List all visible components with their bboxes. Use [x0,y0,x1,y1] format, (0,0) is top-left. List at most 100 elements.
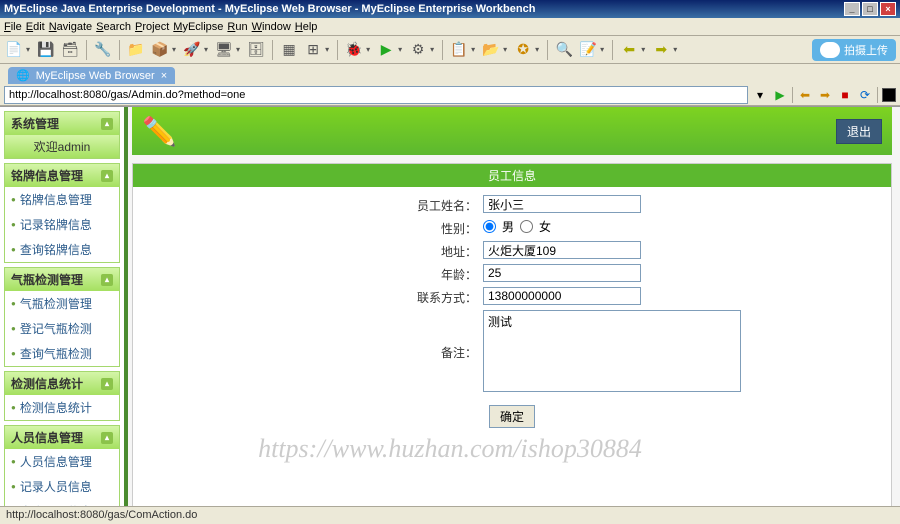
name-label: 员工姓名： [153,195,483,214]
sidebar-item[interactable]: 查询气瓶检测 [5,341,119,366]
dropdown-icon[interactable]: ▾ [673,45,677,54]
age-input[interactable] [483,264,641,282]
package-icon[interactable]: 📦 [150,40,170,60]
menu-window[interactable]: Window [252,21,291,33]
collapse-icon[interactable]: ▴ [101,378,113,390]
tab-close-icon[interactable]: × [161,70,167,82]
collapse-icon[interactable]: ▴ [101,432,113,444]
color-box[interactable] [882,88,896,102]
new-class-icon[interactable]: 📋 [449,40,469,60]
menu-project[interactable]: Project [135,21,169,33]
sidebar-item[interactable]: 查询铭牌信息 [5,237,119,262]
sidebar-section-header[interactable]: 气瓶检测管理 ▴ [5,268,119,291]
contact-label: 联系方式： [153,287,483,306]
refresh-icon[interactable]: ⟳ [857,87,873,103]
dropdown-icon[interactable]: ▾ [204,45,208,54]
menu-navigate[interactable]: Navigate [49,21,92,33]
sidebar-section-header[interactable]: 人员信息管理▴ [5,426,119,449]
exit-button[interactable]: 退出 [836,119,882,144]
browser-tab[interactable]: 🌐 MyEclipse Web Browser × [8,67,175,84]
sidebar-section-title: 气瓶检测管理 [11,271,83,288]
external-icon[interactable]: ⚙ [408,40,428,60]
deploy-icon[interactable]: 🚀 [182,40,202,60]
dropdown-icon[interactable]: ▾ [398,45,402,54]
gender-label: 性别： [153,218,483,237]
remark-textarea[interactable] [483,310,741,392]
annotation-icon[interactable]: 📝 [578,40,598,60]
tool-icon[interactable]: 🔧 [93,40,113,60]
menu-file[interactable]: File [4,21,22,33]
nav-back-icon[interactable]: ⬅ [797,87,813,103]
bug-icon[interactable]: 🐞 [344,40,364,60]
dropdown-icon[interactable]: ▾ [236,45,240,54]
cloud-upload-button[interactable]: 拍摄上传 [812,39,896,61]
collapse-icon[interactable]: ▴ [101,118,113,130]
banner: ✏️ 退出 [132,107,892,155]
maximize-button[interactable]: □ [862,2,878,16]
search-icon[interactable]: 🔍 [554,40,574,60]
dropdown-icon[interactable]: ▾ [641,45,645,54]
sidebar-item[interactable]: 气瓶检测管理 [5,291,119,316]
dropdown-icon[interactable]: ▾ [535,45,539,54]
dropdown-icon[interactable]: ▾ [430,45,434,54]
nav-forward-icon[interactable]: ➡ [817,87,833,103]
sidebar-item[interactable]: 人员信息管理 [5,449,119,474]
run-icon[interactable]: ▶ [376,40,396,60]
menu-edit[interactable]: Edit [26,21,45,33]
save-icon[interactable]: 💾 [36,40,56,60]
sidebar-item[interactable]: 记录人员信息 [5,474,119,499]
cloud-icon [820,42,840,58]
dropdown-icon[interactable]: ▾ [503,45,507,54]
close-button[interactable]: × [880,2,896,16]
row-remark: 备注： [153,310,871,395]
server-icon[interactable]: 🖥 [214,40,234,60]
db-icon[interactable]: 🗄 [246,40,266,60]
menu-help[interactable]: Help [295,21,318,33]
stop-icon[interactable]: ■ [837,87,853,103]
contact-input[interactable] [483,287,641,305]
minimize-button[interactable]: _ [844,2,860,16]
url-dropdown-icon[interactable]: ▾ [752,87,768,103]
menu-search[interactable]: Search [96,21,131,33]
menu-run[interactable]: Run [227,21,247,33]
new-pkg-icon[interactable]: 📂 [481,40,501,60]
forward-icon[interactable]: ➡ [651,40,671,60]
sidebar-item[interactable]: 登记气瓶检测 [5,316,119,341]
grid-icon[interactable]: ▦ [279,40,299,60]
name-input[interactable] [483,195,641,213]
dropdown-icon[interactable]: ▾ [325,45,329,54]
sidebar-item[interactable]: 检测信息统计 [5,395,119,420]
url-input[interactable] [4,86,748,104]
dropdown-icon[interactable]: ▾ [471,45,475,54]
menu-myeclipse[interactable]: MyEclipse [173,21,223,33]
collapse-icon[interactable]: ▴ [101,274,113,286]
dropdown-icon[interactable]: ▾ [26,45,30,54]
gender-radio-group: 男 女 [483,218,871,235]
form-title: 员工信息 [133,164,891,187]
dropdown-icon[interactable]: ▾ [366,45,370,54]
window-icon[interactable]: ⊞ [303,40,323,60]
remark-label: 备注： [153,310,483,361]
collapse-icon[interactable]: ▴ [101,170,113,182]
separator [119,40,120,60]
sidebar-item[interactable]: 记录铭牌信息 [5,212,119,237]
go-icon[interactable]: ▶ [772,87,788,103]
dropdown-icon[interactable]: ▾ [172,45,176,54]
dropdown-icon[interactable]: ▾ [600,45,604,54]
save-all-icon[interactable]: 🗃 [60,40,80,60]
submit-button[interactable]: 确定 [489,405,535,428]
new-icon[interactable]: 📄 [4,40,24,60]
sidebar-section: 铭牌信息管理▴铭牌信息管理记录铭牌信息查询铭牌信息 [4,163,120,263]
sidebar-item[interactable]: 铭牌信息管理 [5,187,119,212]
sidebar-section-header[interactable]: 铭牌信息管理▴ [5,164,119,187]
folder-icon[interactable]: 📁 [126,40,146,60]
main-panel: ✏️ 退出 员工信息 员工姓名： 性别： 男 女 [128,107,900,524]
gender-female-radio[interactable] [520,220,533,233]
type-icon[interactable]: ✪ [513,40,533,60]
gender-male-radio[interactable] [483,220,496,233]
sidebar-section-header[interactable]: 检测信息统计▴ [5,372,119,395]
back-icon[interactable]: ⬅ [619,40,639,60]
form-body: 员工姓名： 性别： 男 女 地址： [133,187,891,442]
sidebar-section-header[interactable]: 系统管理▴ [5,112,119,135]
address-input[interactable] [483,241,641,259]
